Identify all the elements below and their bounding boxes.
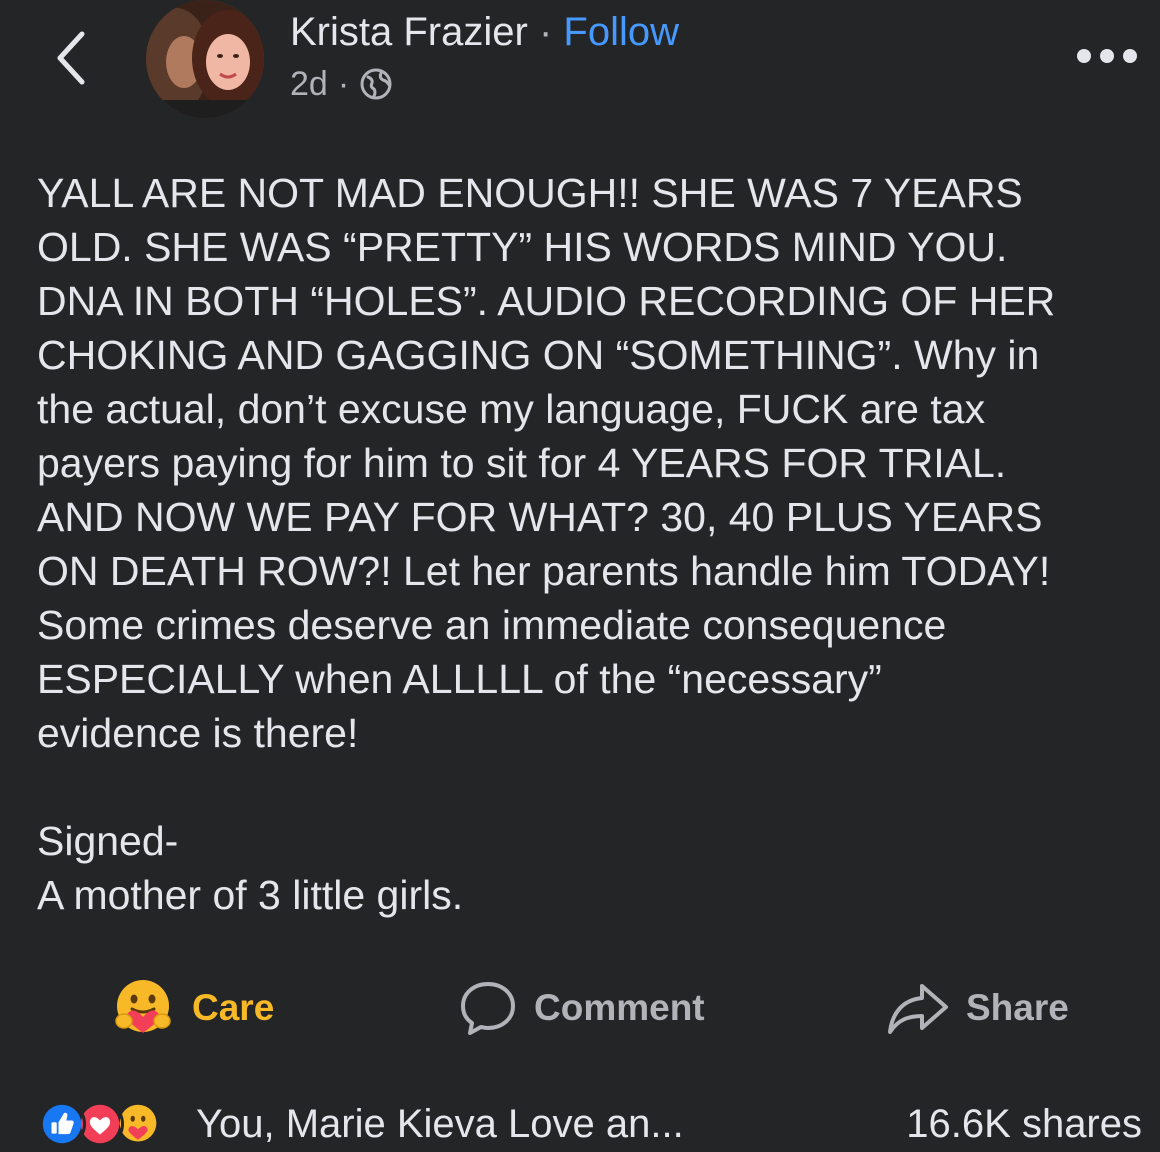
comment-bubble-icon xyxy=(461,982,515,1035)
avatar-photo xyxy=(146,0,264,118)
care-label: Care xyxy=(192,987,275,1028)
author-line: Krista Frazier · Follow xyxy=(290,8,679,56)
more-options-button[interactable] xyxy=(1074,36,1140,76)
post-header: Krista Frazier · Follow 2d · xyxy=(0,0,1160,130)
comment-button[interactable]: Comment xyxy=(458,970,705,1046)
comment-label: Comment xyxy=(534,987,705,1028)
post-timestamp[interactable]: 2d xyxy=(290,62,328,106)
name-separator: · xyxy=(538,10,553,54)
post-footer: You, Marie Kieva Love an... 16.6K shares xyxy=(0,1096,1160,1152)
care-reaction-button[interactable]: Care xyxy=(110,970,274,1046)
care-emoji-icon xyxy=(115,980,171,1033)
post-body-text: YALL ARE NOT MAD ENOUGH!! SHE WAS 7 YEAR… xyxy=(37,170,1056,918)
globe-icon[interactable] xyxy=(359,67,393,101)
more-horizontal-icon xyxy=(1077,49,1137,63)
author-name[interactable]: Krista Frazier xyxy=(290,10,528,54)
like-icon xyxy=(38,1100,86,1148)
share-arrow-icon xyxy=(888,984,948,1034)
chevron-left-icon xyxy=(57,31,85,85)
reactors-text[interactable]: You, Marie Kieva Love an... xyxy=(196,1098,684,1150)
back-button[interactable] xyxy=(48,28,98,88)
meta-separator: · xyxy=(337,65,350,103)
avatar[interactable] xyxy=(146,0,264,118)
follow-button[interactable]: Follow xyxy=(563,10,679,54)
reaction-summary-icons[interactable] xyxy=(38,1100,162,1148)
share-label: Share xyxy=(966,987,1069,1028)
share-button[interactable]: Share xyxy=(886,970,1069,1046)
post-meta: 2d · xyxy=(290,62,393,106)
shares-count[interactable]: 16.6K shares xyxy=(906,1098,1142,1150)
post-action-bar: Care Comment Share xyxy=(0,970,1160,1050)
